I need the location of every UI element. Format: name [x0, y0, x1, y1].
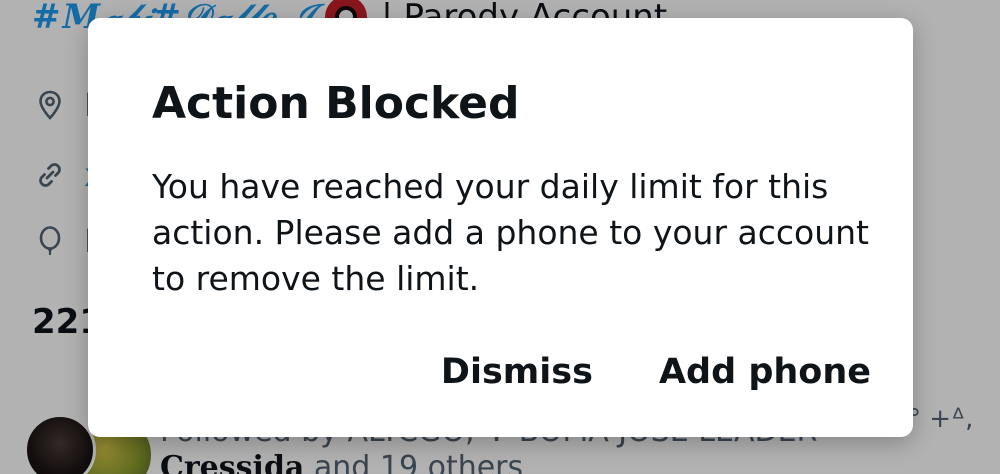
dialog-title: Action Blocked: [152, 78, 520, 129]
dismiss-button[interactable]: Dismiss: [439, 345, 595, 399]
action-blocked-dialog: Action Blocked You have reached your dai…: [88, 18, 913, 437]
dialog-message: You have reached your daily limit for th…: [152, 167, 869, 298]
add-phone-button[interactable]: Add phone: [657, 345, 873, 399]
screen: #M𝒶𝒷𝒾#𝒟𝒶𝓁𝓁𝑜 𝒥 | Parody Account I x: [0, 0, 1000, 474]
dialog-actions: Dismiss Add phone: [439, 345, 873, 399]
